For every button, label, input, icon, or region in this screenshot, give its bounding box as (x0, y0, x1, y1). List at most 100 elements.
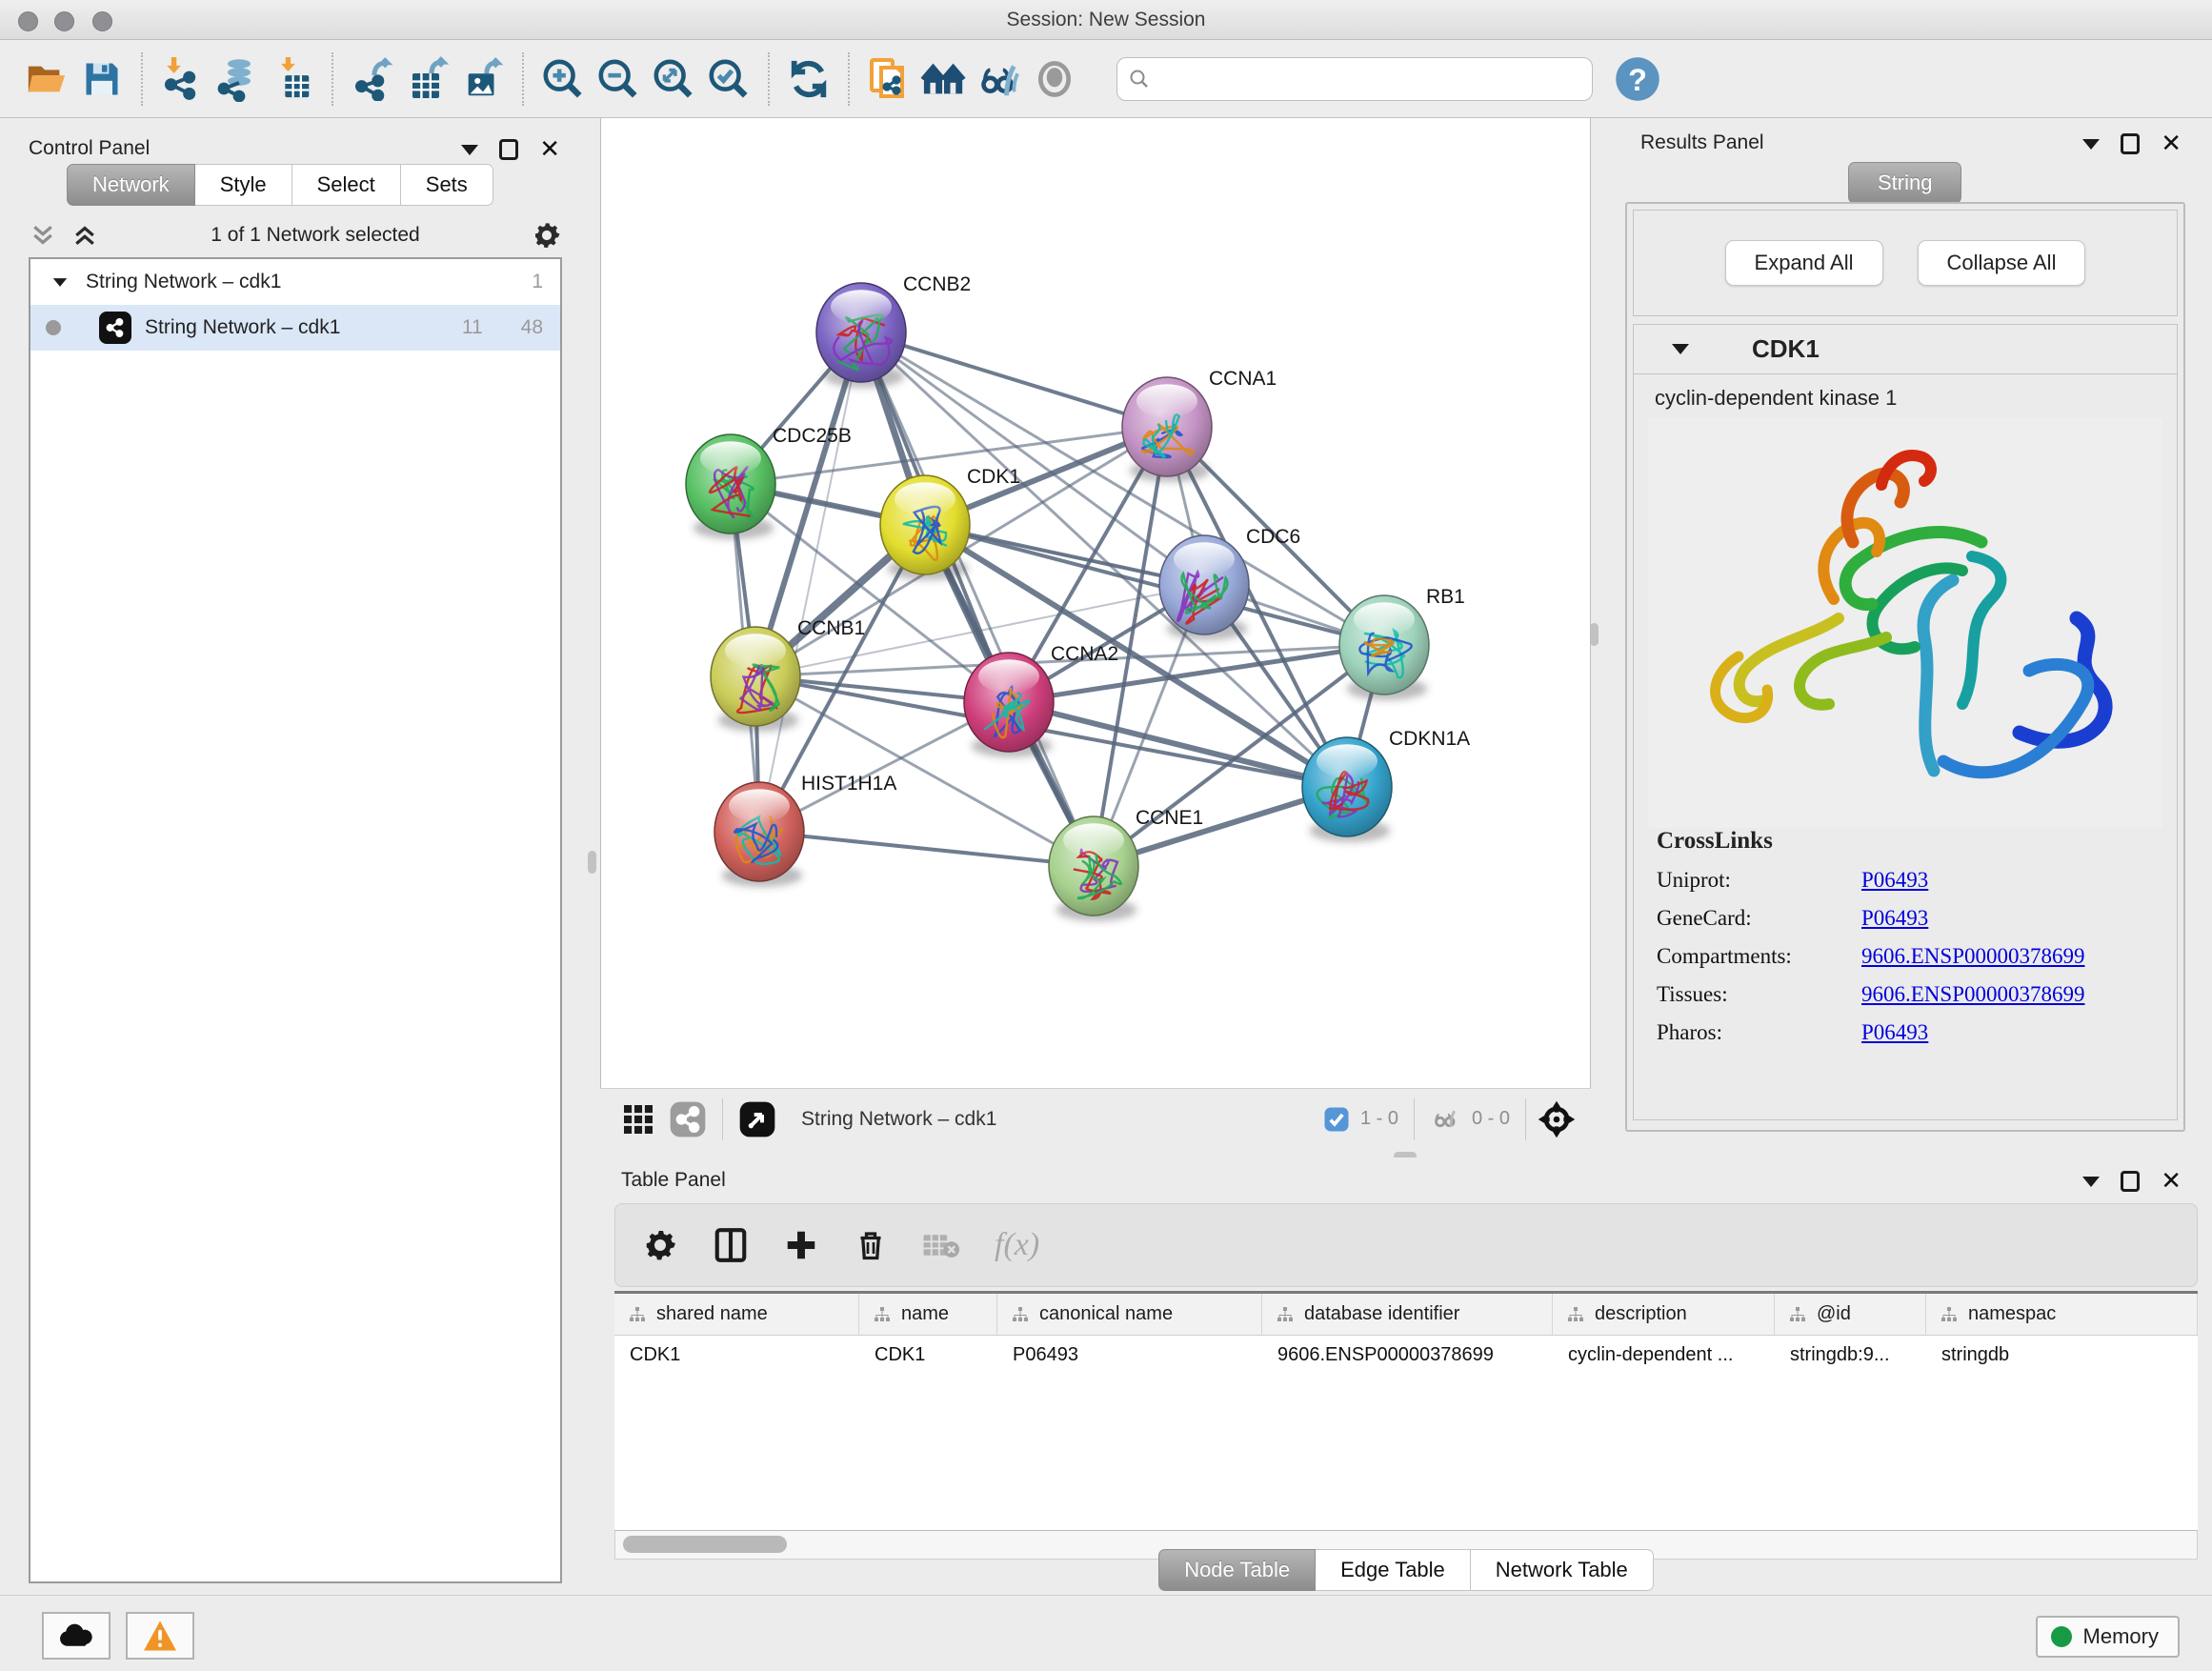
zoom-in-button[interactable] (535, 51, 591, 107)
graph-node-ccne1[interactable]: CCNE1 (1049, 807, 1203, 921)
network-row-selected[interactable]: String Network – cdk1 11 48 (30, 305, 560, 351)
cytoscape-window: Session: New Session (0, 0, 2212, 1671)
warnings-button[interactable] (126, 1612, 194, 1660)
expand-all-button[interactable]: Expand All (1725, 240, 1883, 286)
network-edge-count: 48 (521, 316, 543, 339)
tab-network[interactable]: Network (67, 164, 195, 206)
show-all-button[interactable] (1027, 51, 1082, 107)
column-type-icon (1276, 1305, 1295, 1324)
grid-mode-icon[interactable] (621, 1102, 655, 1137)
network-type-icon (99, 312, 131, 344)
import-network-file-button[interactable] (154, 51, 210, 107)
table-panel-float-icon[interactable] (2121, 1171, 2140, 1192)
delete-table-icon-disabled (922, 1229, 960, 1261)
node-table[interactable]: shared namenamecanonical namedatabase id… (614, 1291, 2198, 1531)
crosslink-link[interactable]: P06493 (1861, 868, 1928, 893)
graph-node-rb1[interactable]: RB1 (1339, 586, 1465, 700)
tab-string[interactable]: String (1848, 162, 1961, 204)
string-home-button[interactable] (916, 51, 972, 107)
cdk1-expander-icon[interactable] (1672, 344, 1689, 354)
table-row[interactable]: CDK1CDK1P064939606.ENSP00000378699cyclin… (614, 1336, 2198, 1374)
results-panel-float-icon[interactable] (2121, 133, 2140, 154)
results-panel-menu-icon[interactable] (2082, 139, 2100, 150)
results-panel-close-icon[interactable]: ✕ (2161, 133, 2182, 154)
add-column-icon[interactable] (783, 1227, 819, 1263)
graph-node-cdkn1a[interactable]: CDKN1A (1302, 728, 1470, 842)
graph-node-ccnb2[interactable]: CCNB2 (816, 273, 971, 388)
zoom-selected-button[interactable] (701, 51, 756, 107)
graph-node-hist1h1a[interactable]: HIST1H1A (714, 773, 896, 887)
graph-node-ccnb1[interactable]: CCNB1 (711, 617, 865, 732)
string-results-container: Expand All Collapse All CDK1 cyclin-depe… (1625, 202, 2185, 1132)
clone-network-button[interactable] (861, 51, 916, 107)
show-columns-icon[interactable] (713, 1227, 749, 1263)
network-collection-row[interactable]: String Network – cdk1 1 (30, 259, 560, 305)
expand-collapse-box: Expand All Collapse All (1633, 210, 2178, 316)
table-settings-gear-icon[interactable] (642, 1227, 678, 1263)
export-table-button[interactable] (400, 51, 455, 107)
fit-content-crosshair-icon[interactable] (1536, 1098, 1578, 1140)
left-splitter-handle[interactable] (588, 851, 596, 874)
column-header-shared-name[interactable]: shared name (614, 1294, 859, 1335)
column-header--id[interactable]: @id (1775, 1294, 1926, 1335)
clone-network-icon (866, 56, 912, 102)
save-session-button[interactable] (74, 51, 130, 107)
table-panel-close-icon[interactable]: ✕ (2161, 1171, 2182, 1192)
tab-select[interactable]: Select (292, 164, 401, 206)
birds-eye-toggle-icon[interactable] (738, 1100, 776, 1138)
control-panel-close-icon[interactable]: ✕ (539, 139, 560, 160)
network-list: String Network – cdk1 1 String Network –… (29, 257, 562, 1583)
tab-edge-table[interactable]: Edge Table (1316, 1549, 1471, 1591)
network-view-toolbar: String Network – cdk1 1 - 0 0 - 0 (600, 1088, 1591, 1149)
graph-node-cdk1[interactable]: CDK1 (880, 466, 1020, 580)
network-canvas[interactable]: CCNB2CCNA1CDC25BCDK1CDC6RB1CCNB1CCNA2CDK… (600, 118, 1591, 1088)
hide-selected-button[interactable] (972, 51, 1027, 107)
tab-node-table[interactable]: Node Table (1158, 1549, 1316, 1591)
collection-expander-icon[interactable] (53, 278, 67, 287)
memory-button[interactable]: Memory (2036, 1616, 2180, 1658)
crosslink-row: Pharos:P06493 (1657, 1020, 2177, 1045)
tab-sets[interactable]: Sets (401, 164, 493, 206)
import-table-file-button[interactable] (265, 51, 320, 107)
export-network-button[interactable] (345, 51, 400, 107)
collapse-all-icon[interactable] (29, 221, 57, 250)
network-mode-icon[interactable] (669, 1100, 707, 1138)
search-input[interactable] (1116, 57, 1593, 101)
graph-node-ccna1[interactable]: CCNA1 (1122, 368, 1277, 482)
column-type-icon (1940, 1305, 1959, 1324)
selected-checkbox-icon[interactable] (1322, 1105, 1351, 1134)
zoom-out-button[interactable] (591, 51, 646, 107)
table-panel-menu-icon[interactable] (2082, 1177, 2100, 1187)
column-header-name[interactable]: name (859, 1294, 997, 1335)
expand-all-icon[interactable] (70, 221, 99, 250)
refresh-view-button[interactable] (781, 51, 836, 107)
collapse-all-button[interactable]: Collapse All (1918, 240, 2086, 286)
crosslink-label: GeneCard: (1657, 906, 1861, 931)
network-options-gear-icon[interactable] (532, 220, 562, 251)
control-panel-menu-icon[interactable] (461, 145, 478, 155)
cloud-status-button[interactable] (42, 1612, 111, 1660)
open-session-button[interactable] (19, 51, 74, 107)
column-header-database-identifier[interactable]: database identifier (1262, 1294, 1553, 1335)
column-header-description[interactable]: description (1553, 1294, 1775, 1335)
tab-style[interactable]: Style (195, 164, 292, 206)
crosslink-link[interactable]: P06493 (1861, 906, 1928, 931)
delete-column-trash-icon[interactable] (854, 1227, 888, 1263)
results-panel: Results Panel ✕ String Expand All Collap… (1599, 118, 2212, 1152)
cdk1-entry-header[interactable]: CDK1 (1634, 325, 2177, 374)
collection-label: String Network – cdk1 (86, 271, 281, 293)
column-header-namespac[interactable]: namespac (1926, 1294, 2198, 1335)
export-image-button[interactable] (455, 51, 511, 107)
crosslink-link[interactable]: 9606.ENSP00000378699 (1861, 944, 2085, 969)
tab-network-table[interactable]: Network Table (1471, 1549, 1654, 1591)
warning-triangle-icon (142, 1620, 178, 1652)
crosslink-link[interactable]: P06493 (1861, 1020, 1928, 1045)
titlebar: Session: New Session (0, 0, 2212, 40)
crosslink-link[interactable]: 9606.ENSP00000378699 (1861, 982, 2085, 1007)
help-button[interactable]: ? (1610, 51, 1665, 107)
control-panel-float-icon[interactable] (499, 139, 518, 160)
zoom-fit-button[interactable] (646, 51, 701, 107)
column-header-canonical-name[interactable]: canonical name (997, 1294, 1262, 1335)
right-splitter-handle[interactable] (1590, 623, 1599, 646)
import-network-database-button[interactable] (210, 51, 265, 107)
